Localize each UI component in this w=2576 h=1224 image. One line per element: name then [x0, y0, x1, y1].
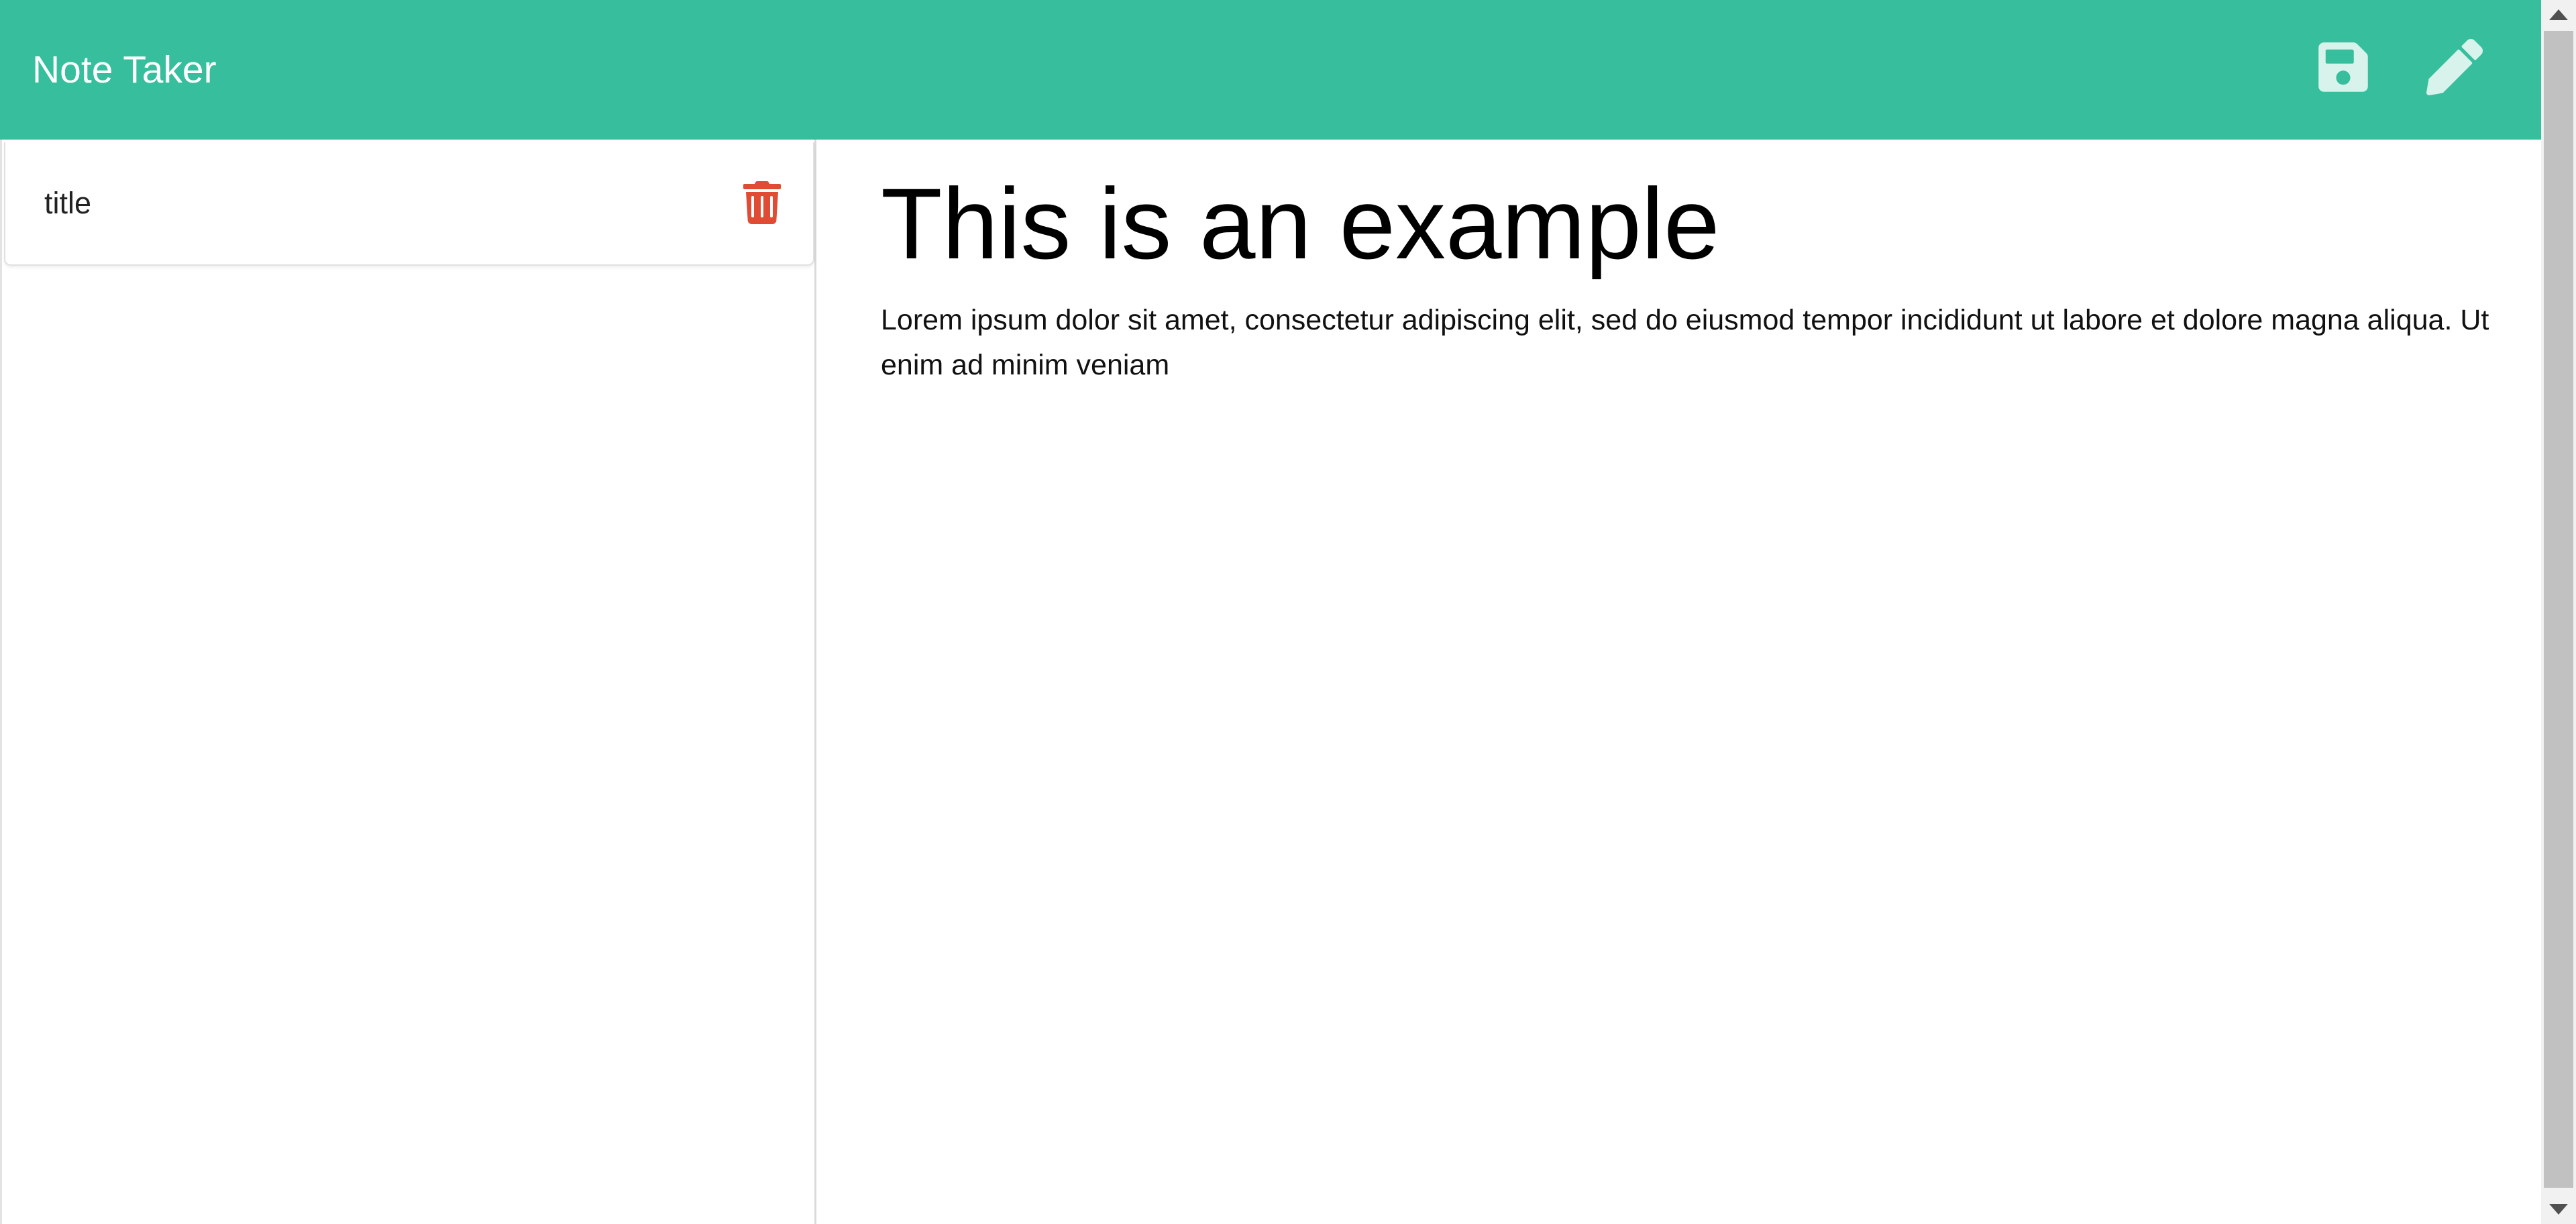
note-taker-page: Note Taker title This is an example Lore… — [0, 0, 2576, 1224]
pencil-icon — [2426, 39, 2483, 95]
note-title-input[interactable]: This is an example — [881, 160, 2491, 287]
note-editor: This is an example Lorem ipsum dolor sit… — [816, 140, 2541, 1224]
delete-note-button[interactable] — [743, 181, 781, 224]
save-note-button[interactable] — [2315, 39, 2371, 95]
app-title[interactable]: Note Taker — [32, 45, 217, 95]
arrow-down-icon — [2549, 1204, 2568, 1215]
arrow-up-icon — [2549, 9, 2568, 20]
navbar: Note Taker — [0, 0, 2541, 140]
scroll-down-button[interactable] — [2541, 1194, 2576, 1224]
scroll-up-button[interactable] — [2541, 0, 2576, 30]
note-list-item[interactable]: title — [4, 142, 814, 266]
scrollbar-thumb[interactable] — [2544, 31, 2573, 1188]
save-icon — [2315, 39, 2371, 95]
new-note-button[interactable] — [2426, 39, 2483, 95]
page-scrollbar[interactable] — [2541, 0, 2576, 1224]
note-text-area[interactable]: Lorem ipsum dolor sit amet, consectetur … — [881, 298, 2518, 388]
notes-sidebar: title — [0, 140, 816, 1224]
note-list-item-title[interactable]: title — [44, 184, 91, 223]
trash-icon — [743, 181, 781, 224]
